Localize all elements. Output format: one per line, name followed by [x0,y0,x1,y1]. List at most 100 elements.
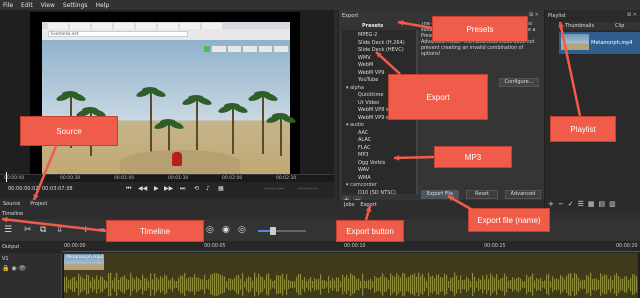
waveform-bar [316,279,318,290]
preset-item[interactable]: WAV [358,167,369,173]
preset-item[interactable]: Ut Video [358,100,379,106]
source-ruler[interactable]: 00:00:00 00:00:30 00:01:00 00:01:30 00:0… [0,174,334,182]
waveform-bar [372,281,374,288]
skip-end-icon[interactable]: ⏭ [180,186,185,192]
timecode-current[interactable]: 00:00:00:02 [8,186,39,192]
preset-item[interactable]: FLAC [358,145,371,151]
skip-start-icon[interactable]: ⏮ [126,186,131,192]
palm-frond [224,103,240,109]
timeline-clip-label: Metamorph.mp4 [66,255,104,260]
waveform-bar [490,273,492,296]
scrub-icon[interactable]: ◎ [206,225,214,235]
column-thumbnails[interactable]: Thumbnails [565,23,594,29]
tab-source[interactable]: Source [3,201,20,207]
waveform-bar [450,278,452,291]
loop-icon[interactable]: ⟲ [194,186,199,192]
track-v1[interactable]: Metamorph.mp4 [62,253,640,298]
waveform-bar [482,275,484,294]
column-clip[interactable]: Clip [615,23,624,29]
waveform-bar [106,281,108,288]
preset-item[interactable]: WMV [358,55,371,61]
preset-item[interactable]: WMA [358,175,371,181]
waveform-bar [380,276,382,293]
preset-group[interactable]: ▾ audio [346,122,364,128]
waveform-bar [494,277,496,292]
append-icon[interactable]: + [82,225,90,235]
waveform-bar [250,277,252,292]
cut-icon[interactable]: ✂ [24,225,32,235]
waveform-bar [534,280,536,289]
preset-item[interactable]: WebM [358,62,373,68]
waveform-bar [64,277,66,292]
waveform-bar [398,275,400,294]
configure-button[interactable]: Configure... [499,78,539,87]
waveform-bar [68,280,70,289]
waveform-bar [296,276,298,293]
timeline-ruler[interactable]: Output 00:00:00 00:00:05 00:00:10 00:00:… [0,241,640,253]
reset-button[interactable]: Reset [466,190,498,199]
waveform-bar [480,279,482,290]
grid-view-icon[interactable]: ▦ [588,200,595,208]
preset-item[interactable]: Slide Deck (HEVC) [358,47,404,53]
preset-item[interactable]: D10 (SD NTSC) [358,190,396,196]
preset-item[interactable]: Slide Deck (H.264) [358,40,405,46]
paste-icon[interactable]: ⇩ [56,225,64,235]
tab-project[interactable]: Project [30,201,47,207]
preset-item[interactable]: WebM VP9 [358,70,384,76]
detail-view-icon[interactable]: ▥ [609,200,616,208]
preset-item[interactable]: YouTube [358,77,378,83]
waveform-bar [154,273,156,296]
menu-settings[interactable]: Settings [63,2,88,9]
grid-icon[interactable]: ▦ [218,186,224,192]
menu-file[interactable]: File [3,2,13,9]
remove-clip-icon[interactable]: − [98,225,106,235]
check-icon[interactable]: ✓ [568,200,574,208]
waveform-bar [252,280,254,289]
timeline-clip[interactable]: Metamorph.mp4 [64,253,638,298]
volume-icon[interactable]: ♪ [206,186,210,192]
preset-item[interactable]: ALAC [358,137,371,143]
ripple-icon[interactable]: ◉ [222,225,230,235]
waveform-bar [546,274,548,295]
waveform-bar [266,274,268,295]
playlist-row[interactable]: Metamorph.mp4 [559,32,640,54]
waveform-bar [274,280,276,289]
fast-forward-icon[interactable]: ▶▶ [164,186,173,192]
waveform-bar [334,280,336,289]
zoom-slider-thumb[interactable] [270,227,276,235]
waveform-bar [326,281,328,288]
playlist-window-controls[interactable]: ⊠ ✕ [627,12,637,18]
preset-item[interactable]: Ogg Vorbis [358,160,385,166]
menu-edit[interactable]: Edit [21,2,33,9]
preset-item[interactable]: MPEG-2 [358,32,377,38]
tab-jobs[interactable]: Jobs [344,202,354,208]
track-controls[interactable]: 🔒 ◉ 👁 [2,265,26,272]
waveform-bar [504,273,506,296]
play-icon[interactable]: ▶ [154,186,159,192]
timeline-menu-icon[interactable]: ☰ [4,225,12,235]
waveform-bar [90,280,92,289]
menu-help[interactable]: Help [96,2,110,9]
remove-icon[interactable]: − [558,200,564,208]
export-window-controls[interactable]: ⊠ ✕ [529,12,539,18]
waveform-bar [342,274,344,295]
export-file-button[interactable]: Export File [421,190,459,199]
timecode-separator: / [36,186,38,192]
preset-group[interactable]: ▾ alpha [346,85,364,91]
preset-group[interactable]: ▾ camcorder [346,182,377,188]
menu-icon[interactable]: ☰ [578,200,584,208]
waveform-bar [80,276,82,293]
preset-item[interactable]: MP3 [358,152,369,158]
copy-icon[interactable]: ⧉ [40,225,46,235]
add-icon[interactable]: + [548,200,554,208]
waveform-bar [144,278,146,291]
track-header-v1[interactable]: V1 🔒 ◉ 👁 [0,253,62,298]
list-view-icon[interactable]: ▤ [599,200,606,208]
menu-view[interactable]: View [41,2,55,9]
advanced-button[interactable]: Advanced [505,190,541,199]
preset-item[interactable]: AAC [358,130,368,136]
tab-export[interactable]: Export [360,202,376,208]
preset-item[interactable]: Quicktime [358,92,383,98]
rewind-icon[interactable]: ◀◀ [138,186,147,192]
zoom-out-icon[interactable]: ◎ [238,225,246,235]
